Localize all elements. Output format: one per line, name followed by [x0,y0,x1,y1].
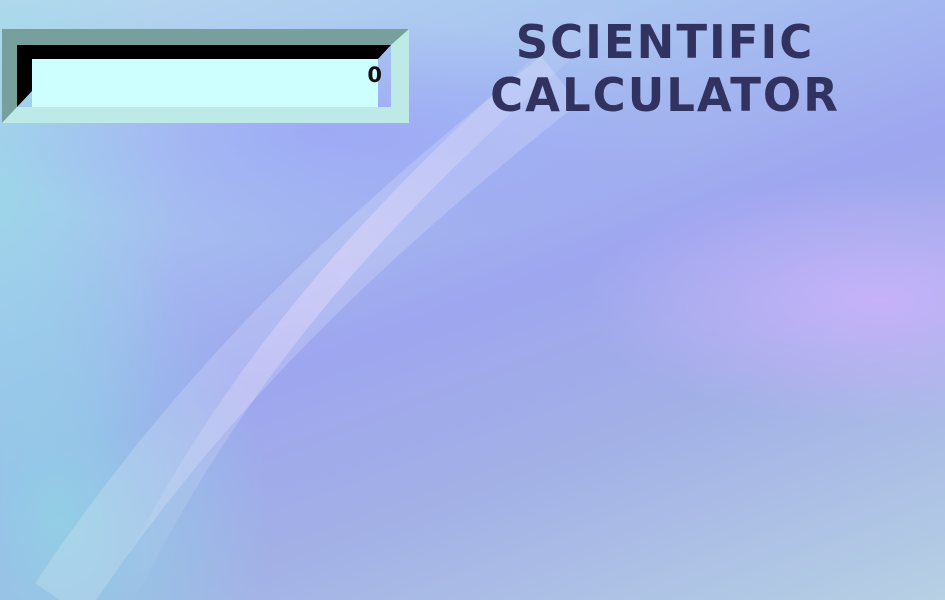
page-title: SCIENTIFIC CALCULATOR [455,14,875,123]
display-value: 0 [367,63,382,87]
title-line-2: CALCULATOR [490,67,840,123]
calculator-display: 0 [2,29,409,123]
title-line-1: SCIENTIFIC [515,14,815,69]
